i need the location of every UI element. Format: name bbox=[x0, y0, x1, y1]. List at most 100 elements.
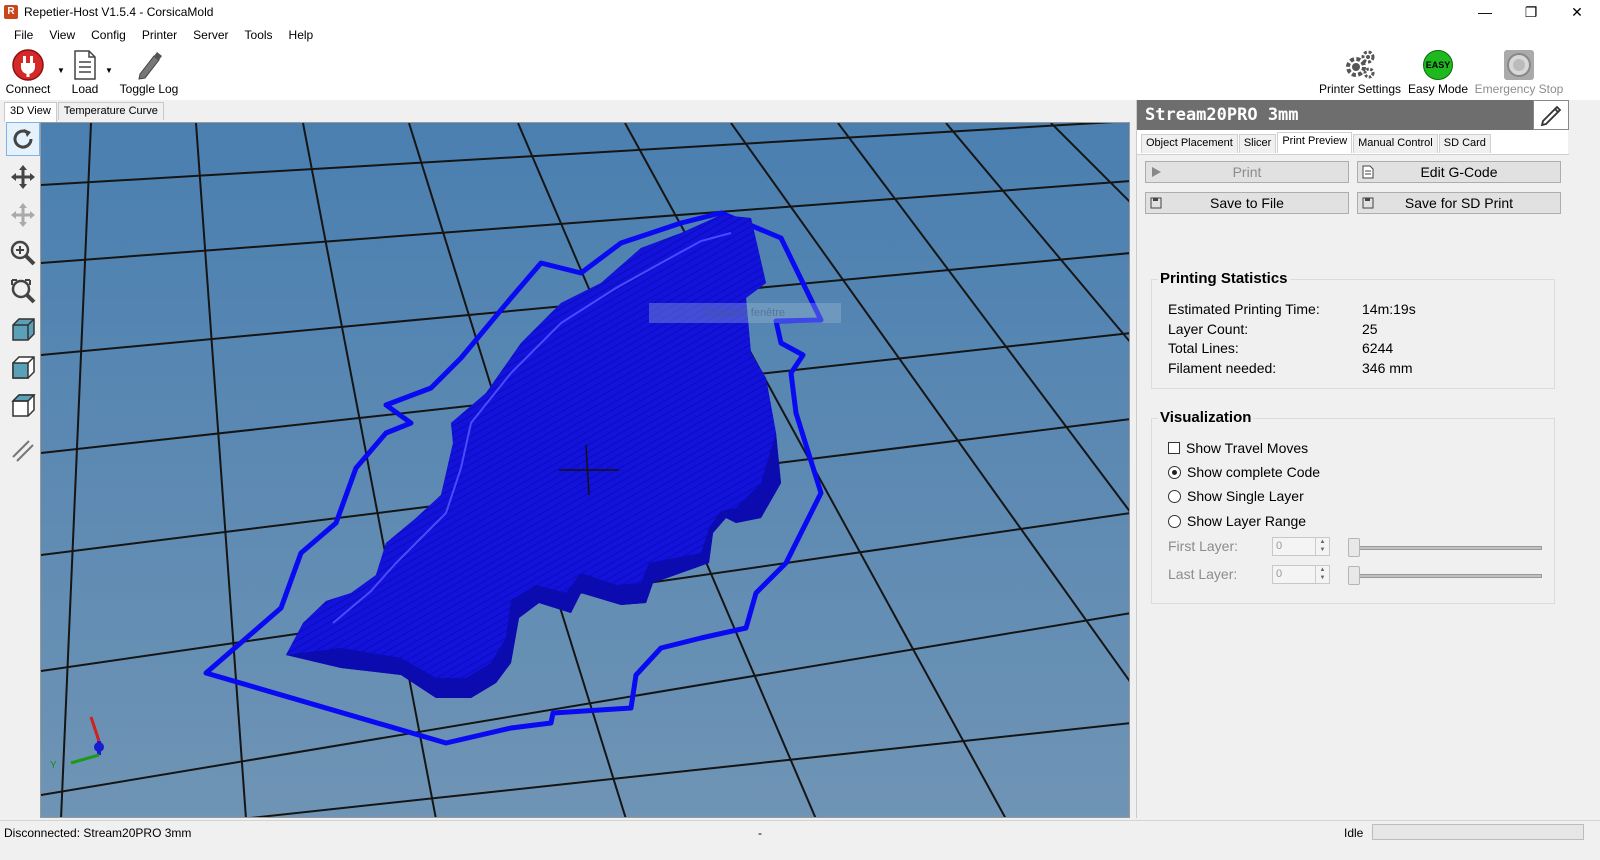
top-view-icon[interactable] bbox=[6, 388, 40, 422]
fit-view-icon[interactable] bbox=[6, 274, 40, 308]
last-layer-spinner[interactable]: 0 ▲ ▼ bbox=[1272, 565, 1330, 584]
title-bar: R Repetier-Host V1.5.4 - CorsicaMold — ❐… bbox=[0, 0, 1600, 24]
floppy-disk-icon bbox=[1146, 197, 1166, 209]
spinner-arrows-icon: ▲ ▼ bbox=[1315, 566, 1329, 583]
window-title: Repetier-Host V1.5.4 - CorsicaMold bbox=[24, 5, 214, 19]
view-tabs: 3D View Temperature Curve bbox=[4, 102, 165, 122]
power-plug-icon bbox=[10, 48, 46, 82]
printer-name: Stream20PRO 3mm bbox=[1145, 105, 1299, 125]
menu-view[interactable]: View bbox=[41, 28, 83, 42]
save-sd-print-button[interactable]: Save for SD Print bbox=[1357, 192, 1561, 214]
menu-bar: File View Config Printer Server Tools He… bbox=[0, 24, 1600, 46]
save-to-file-button[interactable]: Save to File bbox=[1145, 192, 1349, 214]
close-button[interactable]: ✕ bbox=[1554, 0, 1600, 24]
tab-print-preview[interactable]: Print Preview bbox=[1277, 132, 1353, 153]
spinner-arrows-icon: ▲ ▼ bbox=[1315, 538, 1329, 555]
toggle-log-label: Toggle Log bbox=[119, 82, 179, 96]
side-view-icon[interactable] bbox=[6, 350, 40, 384]
last-layer-label: Last Layer: bbox=[1168, 566, 1238, 582]
printing-statistics-title: Printing Statistics bbox=[1158, 270, 1290, 287]
last-layer-slider[interactable] bbox=[1348, 574, 1542, 578]
zoom-icon[interactable] bbox=[6, 236, 40, 270]
move-object-icon[interactable] bbox=[6, 198, 40, 232]
easy-mode-button[interactable]: EASY Easy Mode bbox=[1408, 48, 1468, 98]
stat-total-lines: Total Lines: 6244 bbox=[1168, 340, 1394, 356]
visualization-title: Visualization bbox=[1158, 409, 1254, 426]
rotate-icon[interactable] bbox=[6, 122, 40, 156]
minimize-button[interactable]: — bbox=[1462, 0, 1508, 24]
menu-file[interactable]: File bbox=[6, 28, 41, 42]
capture-window-tooltip: Capturer fenêtre bbox=[649, 303, 841, 323]
stat-estimated-time: Estimated Printing Time: 14m:19s bbox=[1168, 301, 1416, 317]
printer-header: Stream20PRO 3mm bbox=[1137, 100, 1569, 130]
parallel-projection-icon[interactable] bbox=[6, 434, 40, 468]
menu-tools[interactable]: Tools bbox=[237, 28, 281, 42]
checkbox-box[interactable] bbox=[1168, 442, 1180, 454]
tab-manual-control[interactable]: Manual Control bbox=[1353, 134, 1438, 153]
connect-button[interactable]: Connect bbox=[6, 48, 50, 98]
move-icon[interactable] bbox=[6, 160, 40, 194]
easy-mode-icon: EASY bbox=[1420, 48, 1456, 82]
load-button[interactable]: Load bbox=[66, 48, 104, 98]
floppy-disk-icon bbox=[1358, 197, 1378, 209]
right-tabs: Object Placement Slicer Print Preview Ma… bbox=[1141, 132, 1492, 154]
3d-viewport[interactable]: Y Capturer fenêtre bbox=[40, 122, 1130, 818]
printing-statistics-group: Printing Statistics Estimated Printing T… bbox=[1151, 270, 1555, 389]
last-layer-slider-thumb[interactable] bbox=[1348, 566, 1360, 585]
first-layer-slider[interactable] bbox=[1348, 546, 1542, 550]
document-icon bbox=[67, 48, 103, 82]
first-layer-slider-thumb[interactable] bbox=[1348, 538, 1360, 557]
front-view-icon[interactable] bbox=[6, 312, 40, 346]
document-icon bbox=[1358, 165, 1378, 179]
tab-object-placement[interactable]: Object Placement bbox=[1141, 134, 1238, 153]
menu-printer[interactable]: Printer bbox=[134, 28, 185, 42]
emergency-stop-button[interactable]: Emergency Stop bbox=[1474, 48, 1564, 98]
connect-dropdown-icon[interactable]: ▼ bbox=[57, 66, 65, 75]
load-dropdown-icon[interactable]: ▼ bbox=[105, 66, 113, 75]
visualization-group: Visualization Show Travel Moves Show com… bbox=[1151, 409, 1555, 604]
show-complete-code-radio[interactable]: Show complete Code bbox=[1168, 464, 1320, 480]
easy-badge: EASY bbox=[1425, 60, 1451, 70]
toolbar: Connect ▼ Load ▼ Toggle Log Printer Sett… bbox=[0, 46, 1600, 100]
emergency-stop-icon bbox=[1501, 48, 1537, 82]
menu-server[interactable]: Server bbox=[185, 28, 236, 42]
emergency-stop-label: Emergency Stop bbox=[1474, 82, 1564, 96]
print-preview-panel: Print Edit G-Code Save to File Save for … bbox=[1137, 154, 1569, 818]
tab-sd-card[interactable]: SD Card bbox=[1438, 134, 1491, 153]
load-label: Load bbox=[71, 82, 99, 96]
toggle-log-button[interactable]: Toggle Log bbox=[118, 48, 180, 98]
pencil-icon bbox=[1540, 105, 1562, 126]
tab-3d-view[interactable]: 3D View bbox=[4, 102, 57, 122]
connection-status: Disconnected: Stream20PRO 3mm bbox=[4, 826, 192, 840]
play-icon bbox=[1146, 166, 1166, 178]
show-single-layer-radio[interactable]: Show Single Layer bbox=[1168, 488, 1304, 504]
y-axis-label: Y bbox=[50, 760, 57, 771]
radio-selected[interactable] bbox=[1168, 465, 1181, 479]
right-panel: Stream20PRO 3mm Object Placement Slicer … bbox=[1136, 100, 1569, 818]
print-button[interactable]: Print bbox=[1145, 161, 1349, 183]
show-travel-moves-checkbox[interactable]: Show Travel Moves bbox=[1168, 440, 1308, 456]
first-layer-label: First Layer: bbox=[1168, 538, 1239, 554]
tab-temperature-curve[interactable]: Temperature Curve bbox=[57, 102, 164, 120]
printer-state: Idle bbox=[1344, 826, 1364, 840]
first-layer-spinner[interactable]: 0 ▲ ▼ bbox=[1272, 537, 1330, 556]
menu-config[interactable]: Config bbox=[83, 28, 134, 42]
radio-unselected[interactable] bbox=[1168, 514, 1181, 528]
app-icon: R bbox=[4, 5, 18, 19]
edit-gcode-button[interactable]: Edit G-Code bbox=[1357, 161, 1561, 183]
connect-label: Connect bbox=[5, 82, 51, 96]
maximize-button[interactable]: ❐ bbox=[1508, 0, 1554, 24]
status-bar: Disconnected: Stream20PRO 3mm - Idle bbox=[0, 820, 1600, 844]
stat-layer-count: Layer Count: 25 bbox=[1168, 321, 1378, 337]
tab-slicer[interactable]: Slicer bbox=[1238, 134, 1277, 153]
printer-settings-button[interactable]: Printer Settings bbox=[1319, 48, 1401, 98]
menu-help[interactable]: Help bbox=[281, 28, 322, 42]
show-layer-range-radio[interactable]: Show Layer Range bbox=[1168, 513, 1306, 529]
status-middle: - bbox=[758, 826, 762, 840]
edit-printer-button[interactable] bbox=[1533, 100, 1569, 130]
window-controls: — ❐ ✕ bbox=[1462, 0, 1600, 24]
easy-mode-label: Easy Mode bbox=[1407, 82, 1469, 96]
radio-unselected[interactable] bbox=[1168, 489, 1181, 503]
view-tools bbox=[4, 122, 40, 818]
pencil-icon bbox=[131, 48, 167, 82]
